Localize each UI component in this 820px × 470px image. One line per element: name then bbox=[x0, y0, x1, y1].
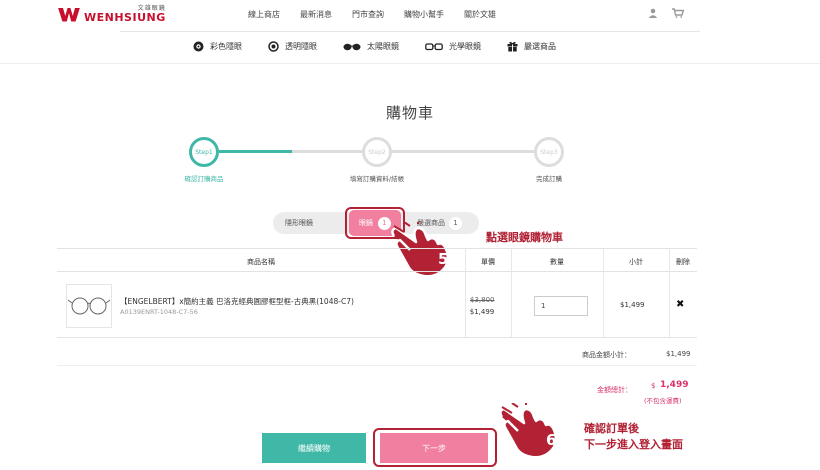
total-label: 金額總計： bbox=[597, 386, 632, 394]
step-progress-bar bbox=[390, 150, 534, 153]
tab-label: 眼鏡 bbox=[359, 219, 373, 227]
product-name[interactable]: 【ENGELBERT】x簡約主義 巴洛克經典圓膠框型框-古典黑(1048-C7) bbox=[120, 296, 354, 307]
nav-online-store[interactable]: 線上商店 bbox=[248, 9, 280, 20]
column-divider bbox=[465, 248, 466, 337]
col-product-name: 商品名稱 bbox=[247, 258, 275, 266]
annotation-number-6: 6 bbox=[546, 431, 557, 449]
col-quantity: 數量 bbox=[550, 258, 564, 266]
tab-contact-lens[interactable]: 隱形眼鏡 bbox=[285, 212, 313, 234]
total-value: 1,499 bbox=[660, 380, 689, 390]
annotation-text-5: 點選眼鏡購物車 bbox=[486, 231, 563, 244]
category-label: 嚴選商品 bbox=[524, 42, 556, 51]
step-2-circle: Step2 bbox=[362, 137, 392, 167]
gift-icon bbox=[507, 41, 518, 52]
nav-divider bbox=[0, 63, 820, 64]
logo-mark-icon bbox=[58, 8, 80, 22]
category-selected[interactable]: 嚴選商品 bbox=[507, 41, 556, 52]
category-optical[interactable]: 光學眼鏡 bbox=[425, 41, 481, 52]
category-label: 透明隱眼 bbox=[285, 42, 317, 51]
col-subtotal: 小計 bbox=[629, 258, 643, 266]
optical-glasses-icon bbox=[425, 42, 443, 50]
category-clear-lens[interactable]: 透明隱眼 bbox=[268, 41, 317, 52]
step-3-label: 完成訂購 bbox=[536, 175, 562, 183]
annotation-text-6-line1: 確認訂單後 bbox=[584, 422, 639, 435]
annotation-text-6-line2: 下一步進入登入畫面 bbox=[584, 438, 683, 451]
nav-news[interactable]: 最新消息 bbox=[300, 9, 332, 20]
quantity-input[interactable]: 1 bbox=[534, 296, 588, 316]
logo-wordmark: WENHSIUNG bbox=[84, 11, 166, 24]
product-thumbnail[interactable] bbox=[66, 284, 112, 328]
page-title: 購物車 bbox=[385, 104, 434, 122]
header-divider bbox=[120, 31, 700, 32]
step-3-circle: Step3 bbox=[534, 137, 564, 167]
category-nav: 彩色隱眼 透明隱眼 太陽眼鏡 光學眼鏡 嚴選商品 bbox=[193, 41, 582, 52]
category-sunglasses[interactable]: 太陽眼鏡 bbox=[343, 41, 399, 52]
column-divider bbox=[603, 248, 604, 337]
header-icons bbox=[648, 8, 684, 18]
column-divider bbox=[511, 248, 512, 337]
total-currency: $ bbox=[651, 382, 656, 390]
next-step-button[interactable]: 下一步 bbox=[380, 433, 488, 463]
step-progress-active bbox=[218, 150, 292, 153]
row-divider bbox=[57, 337, 697, 338]
unit-price: $1,499 bbox=[469, 308, 495, 316]
delete-icon[interactable]: ✖ bbox=[676, 299, 684, 310]
nav-store-locator[interactable]: 門市查詢 bbox=[352, 9, 384, 20]
original-price: $3,800 bbox=[470, 296, 495, 304]
table-header: 商品名稱 單價 數量 小計 刪除 bbox=[57, 248, 697, 272]
tab-label: 隱形眼鏡 bbox=[285, 219, 313, 227]
clear-lens-icon bbox=[268, 41, 279, 52]
category-label: 太陽眼鏡 bbox=[367, 42, 399, 51]
color-lens-icon bbox=[193, 41, 204, 52]
product-sku: A0139ENRT-1048-C7-56 bbox=[120, 308, 198, 316]
col-unit-price: 單價 bbox=[481, 258, 495, 266]
col-delete: 刪除 bbox=[676, 258, 690, 266]
category-color-lens[interactable]: 彩色隱眼 bbox=[193, 41, 242, 52]
subtotal-label: 商品金額小計： bbox=[582, 351, 631, 359]
sunglasses-icon bbox=[343, 43, 361, 50]
logo[interactable]: 文雄眼鏡 WENHSIUNG bbox=[58, 6, 166, 24]
category-label: 光學眼鏡 bbox=[449, 42, 481, 51]
glasses-image bbox=[67, 297, 111, 315]
user-icon[interactable] bbox=[648, 8, 658, 18]
row-subtotal: $1,499 bbox=[620, 301, 645, 309]
cart-icon[interactable] bbox=[672, 8, 684, 18]
category-label: 彩色隱眼 bbox=[210, 42, 242, 51]
total-note: (不包含運費) bbox=[644, 397, 682, 405]
summary-divider bbox=[57, 365, 697, 366]
nav-about[interactable]: 關於文雄 bbox=[464, 9, 496, 20]
step-1-label: 確認訂購商品 bbox=[184, 175, 224, 183]
column-divider bbox=[669, 248, 670, 337]
step-progress-bar bbox=[292, 150, 366, 153]
step-1-circle: Step1 bbox=[189, 137, 219, 167]
nav-shopping-helper[interactable]: 購物小幫手 bbox=[404, 9, 444, 20]
top-nav: 線上商店 最新消息 門市查詢 購物小幫手 關於文雄 bbox=[248, 9, 516, 20]
step-2-label: 填寫訂購資料/結帳 bbox=[349, 175, 405, 183]
subtotal-value: $1,499 bbox=[666, 350, 691, 358]
continue-shopping-button[interactable]: 繼續購物 bbox=[262, 433, 366, 463]
